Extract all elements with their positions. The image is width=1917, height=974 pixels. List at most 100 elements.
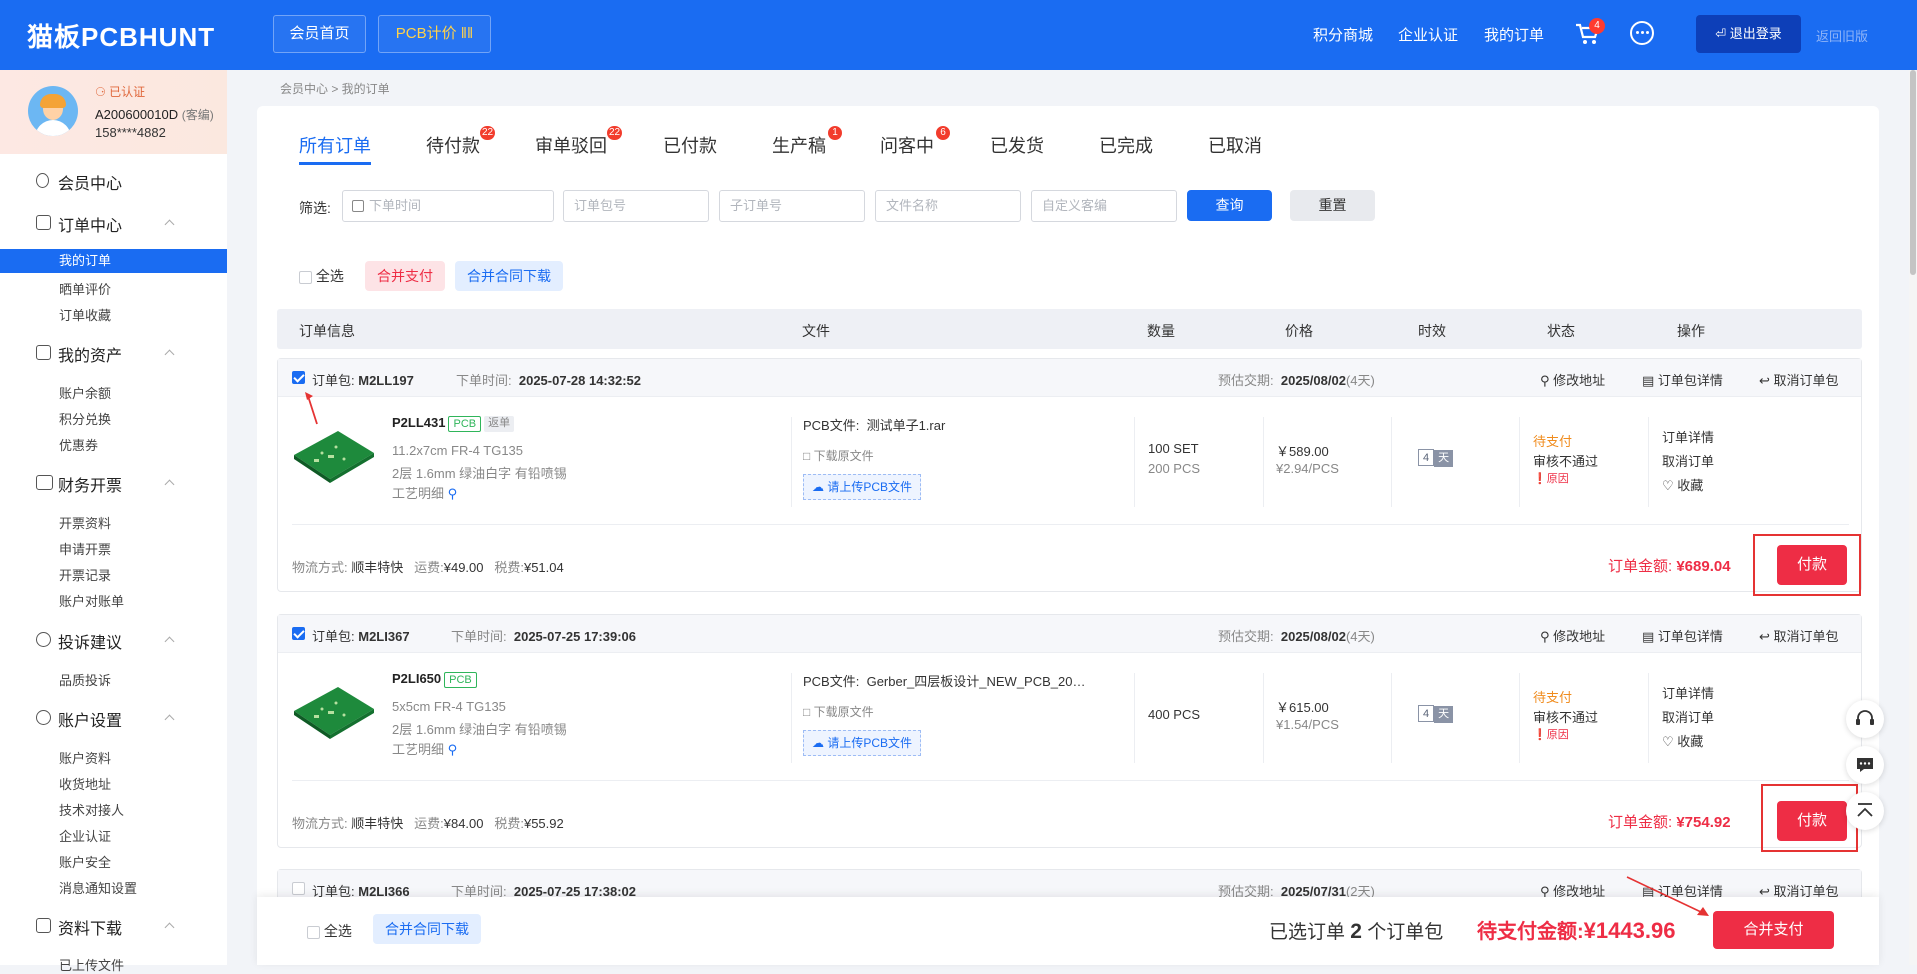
tab-paid[interactable]: 已付款 xyxy=(663,132,717,158)
reason-link[interactable]: ❗原因 xyxy=(1533,470,1569,486)
sidebar-item-invoice-records[interactable]: 开票记录 xyxy=(59,565,111,584)
tab-cancelled[interactable]: 已取消 xyxy=(1208,132,1262,158)
merge-pay-button[interactable]: 合并支付 xyxy=(365,261,445,291)
sidebar-order-center[interactable]: 订单中心 xyxy=(58,212,122,236)
sidebar-item-reviews[interactable]: 晒单评价 xyxy=(59,279,111,298)
bottom-select-all[interactable]: 全选 xyxy=(307,921,352,941)
edit-address-button[interactable]: ⚲ 修改地址 xyxy=(1540,370,1605,389)
tab-pending-payment[interactable]: 待付款 22 xyxy=(426,126,496,158)
tab-all-orders[interactable]: 所有订单 xyxy=(299,132,371,158)
sidebar-member-center[interactable]: 会员中心 xyxy=(58,170,122,194)
bottom-select-all-checkbox[interactable] xyxy=(307,925,320,939)
sidebar-item-balance[interactable]: 账户余额 xyxy=(59,383,111,402)
old-version-link[interactable]: 返回旧版 xyxy=(1816,26,1868,45)
cancel-order-link[interactable]: 取消订单 xyxy=(1662,707,1714,726)
download-file-link[interactable]: □ 下载原文件 xyxy=(803,447,874,464)
bottom-merge-pay-button[interactable]: 合并支付 xyxy=(1713,911,1834,949)
upload-pcb-button[interactable]: ☁ 请上传PCB文件 xyxy=(803,730,922,756)
chevron-up-icon[interactable] xyxy=(164,636,175,647)
sidebar-item-my-orders[interactable]: 我的订单 xyxy=(0,249,227,273)
reason-link[interactable]: ❗原因 xyxy=(1533,726,1569,742)
enterprise-auth-link[interactable]: 企业认证 xyxy=(1398,24,1458,45)
cancel-package-button[interactable]: ↩ 取消订单包 xyxy=(1759,626,1839,645)
pay-button[interactable]: 付款 xyxy=(1777,545,1847,585)
package-detail-button[interactable]: ▤ 订单包详情 xyxy=(1642,626,1723,645)
sub-order-no-input[interactable]: 子订单号 xyxy=(719,190,865,222)
order-detail-link[interactable]: 订单详情 xyxy=(1662,683,1714,702)
sidebar-item-invoice-info[interactable]: 开票资料 xyxy=(59,513,111,532)
favorite-link[interactable]: ♡ 收藏 xyxy=(1662,475,1703,494)
sidebar-settings[interactable]: 账户设置 xyxy=(58,707,122,731)
chevron-up-icon[interactable] xyxy=(164,349,175,360)
favorite-link[interactable]: ♡ 收藏 xyxy=(1662,731,1703,750)
select-all-checkbox[interactable] xyxy=(299,270,312,284)
sidebar-complaint[interactable]: 投诉建议 xyxy=(58,629,122,653)
nav-pcb-quote[interactable]: PCB计价 ‖‖ xyxy=(378,15,491,53)
select-all[interactable]: 全选 xyxy=(299,266,344,286)
sidebar-assets[interactable]: 我的资产 xyxy=(58,342,122,366)
upload-pcb-button[interactable]: ☁ 请上传PCB文件 xyxy=(803,474,922,500)
edit-address-button[interactable]: ⚲ 修改地址 xyxy=(1540,626,1605,645)
search-icon[interactable]: ⚲ xyxy=(448,742,458,757)
chevron-up-icon[interactable] xyxy=(164,479,175,490)
back-to-top-icon[interactable] xyxy=(1846,792,1884,830)
chevron-up-icon[interactable] xyxy=(164,922,175,933)
bottom-merge-contract-button[interactable]: 合并合同下载 xyxy=(373,914,481,944)
craft-detail-link[interactable]: 工艺明细 ⚲ xyxy=(392,483,457,502)
search-icon[interactable]: ⚲ xyxy=(448,486,458,501)
nav-member-home[interactable]: 会员首页 xyxy=(273,15,366,53)
cancel-package-button[interactable]: ↩ 取消订单包 xyxy=(1759,370,1839,389)
chevron-up-icon[interactable] xyxy=(164,219,175,230)
merge-contract-button[interactable]: 合并合同下载 xyxy=(455,261,563,291)
file-name-input[interactable]: 文件名称 xyxy=(875,190,1021,222)
sidebar-item-favorites[interactable]: 订单收藏 xyxy=(59,305,111,324)
tab-completed[interactable]: 已完成 xyxy=(1099,132,1153,158)
chevron-up-icon[interactable] xyxy=(164,714,175,725)
sidebar-download[interactable]: 资料下载 xyxy=(58,915,122,939)
divider xyxy=(1648,417,1649,507)
points-mall-link[interactable]: 积分商城 xyxy=(1313,24,1373,45)
sidebar-item-apply-invoice[interactable]: 申请开票 xyxy=(59,539,111,558)
sidebar-item-statement[interactable]: 账户对账单 xyxy=(59,591,124,610)
tab-production[interactable]: 生产稿 1 xyxy=(772,126,842,158)
sidebar-item-security[interactable]: 账户安全 xyxy=(59,852,111,871)
sidebar-item-account-info[interactable]: 账户资料 xyxy=(59,748,111,767)
tab-shipped[interactable]: 已发货 xyxy=(990,132,1044,158)
sidebar-item-coupons[interactable]: 优惠券 xyxy=(59,435,98,454)
tab-inquiry[interactable]: 问客中 6 xyxy=(880,126,950,158)
query-button[interactable]: 查询 xyxy=(1187,190,1272,221)
order-detail-link[interactable]: 订单详情 xyxy=(1662,427,1714,446)
page-scrollbar[interactable] xyxy=(1909,70,1917,965)
cancel-order-link[interactable]: 取消订单 xyxy=(1662,451,1714,470)
sidebar-finance[interactable]: 财务开票 xyxy=(58,472,122,496)
package-checkbox[interactable] xyxy=(292,371,305,384)
reset-button[interactable]: 重置 xyxy=(1290,190,1375,221)
package-checkbox[interactable] xyxy=(292,627,305,640)
sidebar-item-notifications[interactable]: 消息通知设置 xyxy=(59,878,137,897)
craft-detail-link[interactable]: 工艺明细 ⚲ xyxy=(392,739,457,758)
chat-icon[interactable] xyxy=(1846,746,1884,784)
sidebar-item-address[interactable]: 收货地址 xyxy=(59,774,111,793)
sidebar-item-enterprise-auth[interactable]: 企业认证 xyxy=(59,826,111,845)
sidebar-item-tech-contact[interactable]: 技术对接人 xyxy=(59,800,124,819)
scrollbar-thumb[interactable] xyxy=(1910,70,1916,275)
custom-code-input[interactable]: 自定义客编 xyxy=(1031,190,1177,222)
logo[interactable]: 猫板PCBHUNT xyxy=(27,17,215,54)
sidebar: ⚆ 已认证 A200600010D (客编) 158****4882 会员中心 … xyxy=(0,70,227,973)
cart-icon[interactable]: 4 xyxy=(1575,18,1605,46)
avatar[interactable] xyxy=(28,86,78,136)
package-checkbox[interactable] xyxy=(292,882,305,895)
order-date-input[interactable]: 下单时间 xyxy=(342,190,554,222)
package-detail-button[interactable]: ▤ 订单包详情 xyxy=(1642,370,1723,389)
logout-button[interactable]: ⏎ 退出登录 xyxy=(1696,15,1801,53)
customer-service-icon[interactable] xyxy=(1846,700,1884,738)
download-file-link[interactable]: □ 下载原文件 xyxy=(803,703,874,720)
pay-button[interactable]: 付款 xyxy=(1777,801,1847,841)
price: ￥589.00 xyxy=(1276,444,1329,459)
message-icon[interactable] xyxy=(1630,21,1654,45)
sidebar-item-quality-complaint[interactable]: 品质投诉 xyxy=(59,670,111,689)
package-no-input[interactable]: 订单包号 xyxy=(563,190,709,222)
sidebar-item-points[interactable]: 积分兑换 xyxy=(59,409,111,428)
tab-review-rejected[interactable]: 审单驳回 22 xyxy=(535,126,623,158)
my-orders-link[interactable]: 我的订单 xyxy=(1484,24,1544,45)
